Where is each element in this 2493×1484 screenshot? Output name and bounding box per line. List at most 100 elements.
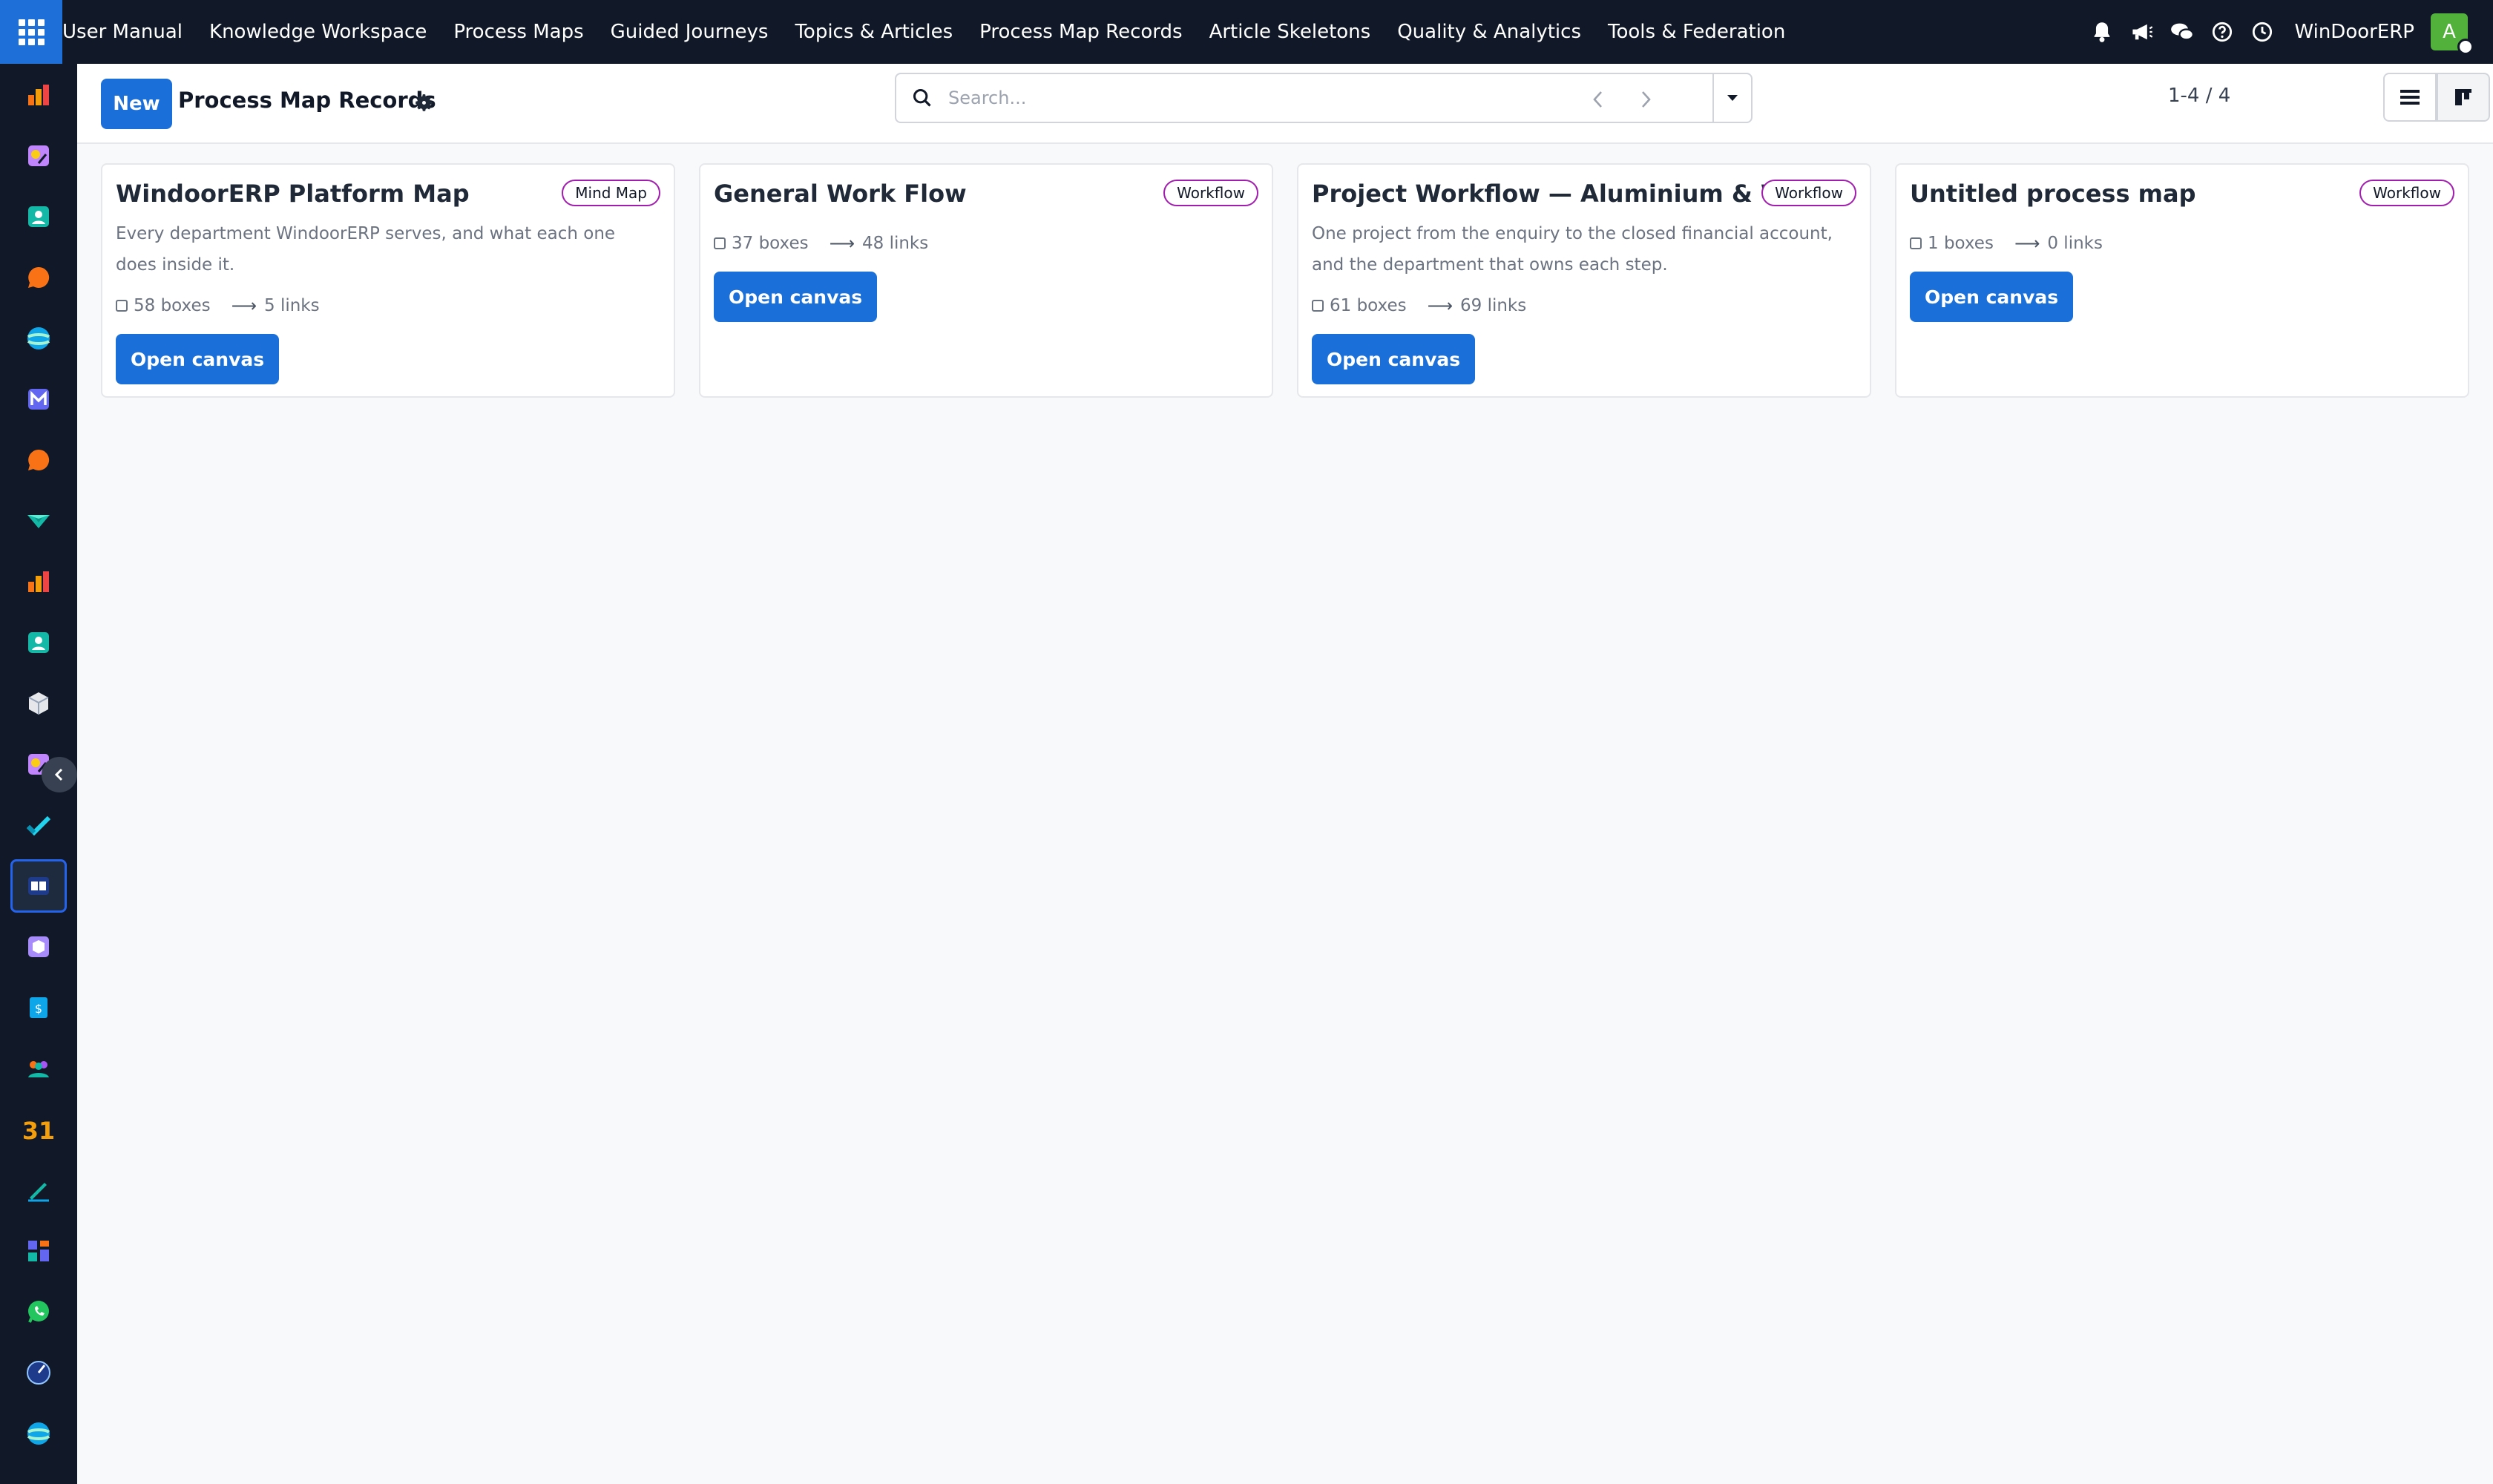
svg-text:$: $ xyxy=(35,1002,42,1016)
help-icon[interactable] xyxy=(2202,0,2242,64)
sidebar-app-6[interactable] xyxy=(10,372,67,426)
sidebar-app-20[interactable] xyxy=(10,1224,67,1278)
main-menu: User Manual Knowledge Workspace Process … xyxy=(62,0,1799,64)
pager-previous-button[interactable] xyxy=(1577,79,1619,120)
process-map-card[interactable]: Project Workflow — Aluminium & Wood Work… xyxy=(1297,163,1871,398)
card-title[interactable]: General Work Flow xyxy=(714,180,967,208)
sidebar-app-employees[interactable] xyxy=(10,1042,67,1095)
app-9-icon xyxy=(28,571,49,592)
knowledge-app-icon xyxy=(28,877,49,895)
boxes-count: 1 boxes xyxy=(1910,234,1994,253)
links-count: ⟶ 5 links xyxy=(231,295,320,316)
sidebar-collapse-button[interactable] xyxy=(42,757,77,792)
process-map-card[interactable]: General Work Flow Workflow 37 boxes ⟶ 48 l… xyxy=(699,163,1273,398)
sidebar-app-project[interactable] xyxy=(10,798,67,852)
sidebar-app-invoicing[interactable]: $ xyxy=(10,981,67,1034)
sidebar-app-9[interactable] xyxy=(10,555,67,608)
svg-text:31: 31 xyxy=(24,1117,53,1143)
card-stats: 58 boxes ⟶ 5 links xyxy=(116,295,341,316)
sidebar-app-23[interactable] xyxy=(10,1407,67,1460)
pager-next-button[interactable] xyxy=(1625,79,1666,120)
box-icon xyxy=(116,300,128,312)
links-count: ⟶ 69 links xyxy=(1428,295,1527,316)
arrow-right-icon: ⟶ xyxy=(1427,295,1453,316)
app-8-icon xyxy=(27,515,50,528)
menu-process-map-records[interactable]: Process Map Records xyxy=(966,0,1195,64)
kanban-view-button[interactable] xyxy=(2437,73,2490,122)
app-23-icon xyxy=(27,1422,50,1445)
menu-process-maps[interactable]: Process Maps xyxy=(440,0,597,64)
app-22-icon xyxy=(27,1361,50,1385)
presence-indicator xyxy=(2457,39,2474,55)
box-icon xyxy=(1910,237,1922,249)
map-type-tag: Workflow xyxy=(1761,180,1856,206)
sidebar-app-inventory[interactable] xyxy=(10,677,67,730)
clock-icon[interactable] xyxy=(2242,0,2282,64)
sidebar-app-calendar[interactable]: 31 xyxy=(10,1103,67,1156)
card-title[interactable]: WindoorERP Platform Map xyxy=(116,180,470,208)
box-icon xyxy=(1312,300,1324,312)
app-menu-button[interactable] xyxy=(0,0,62,64)
menu-tools-federation[interactable]: Tools & Federation xyxy=(1594,0,1799,64)
avatar-letter: A xyxy=(2443,21,2456,43)
card-stats: 37 boxes ⟶ 48 links xyxy=(714,233,949,254)
sidebar-app-10[interactable] xyxy=(10,616,67,669)
sidebar-app-8[interactable] xyxy=(10,494,67,548)
box-icon xyxy=(714,237,726,249)
chat-icon[interactable] xyxy=(2162,0,2202,64)
live-chat-app-icon xyxy=(28,449,50,470)
menu-guided-journeys[interactable]: Guided Journeys xyxy=(597,0,782,64)
menu-topics-articles[interactable]: Topics & Articles xyxy=(781,0,966,64)
menu-article-skeletons[interactable]: Article Skeletons xyxy=(1196,0,1385,64)
app-10-icon xyxy=(28,632,49,653)
arrow-right-icon: ⟶ xyxy=(231,295,257,316)
open-canvas-button[interactable]: Open canvas xyxy=(714,272,878,322)
map-type-tag: Workflow xyxy=(2359,180,2454,206)
open-canvas-button[interactable]: Open canvas xyxy=(116,334,280,384)
card-title[interactable]: Project Workflow — Aluminium & Wood xyxy=(1312,180,1836,208)
list-icon xyxy=(2400,90,2420,105)
sidebar-app-dashboards[interactable] xyxy=(10,68,67,122)
open-canvas-button[interactable]: Open canvas xyxy=(1312,334,1476,384)
sidebar-app-discuss[interactable] xyxy=(10,251,67,304)
app-20-icon xyxy=(28,1241,49,1261)
menu-user-manual[interactable]: User Manual xyxy=(62,0,196,64)
open-canvas-button[interactable]: Open canvas xyxy=(1910,272,2074,322)
megaphone-icon[interactable] xyxy=(2122,0,2162,64)
boxes-count: 61 boxes xyxy=(1312,296,1407,315)
bell-icon[interactable] xyxy=(2082,0,2122,64)
avatar[interactable]: A xyxy=(2431,13,2474,55)
menu-quality-analytics[interactable]: Quality & Analytics xyxy=(1384,0,1594,64)
sidebar-app-5[interactable] xyxy=(10,312,67,365)
sidebar-app-sign[interactable] xyxy=(10,1163,67,1217)
sidebar-app-knowledge[interactable] xyxy=(10,859,67,913)
pager-value[interactable]: 1-4 / 4 xyxy=(2168,85,2230,107)
search-icon[interactable] xyxy=(896,74,948,122)
card-stats: 61 boxes ⟶ 69 links xyxy=(1312,295,1547,316)
company-name[interactable]: WinDoorERP xyxy=(2294,21,2414,43)
page-title[interactable]: Process Map Records xyxy=(178,88,436,113)
sidebar-app-2[interactable] xyxy=(10,129,67,183)
sidebar-app-15[interactable] xyxy=(10,920,67,974)
sidebar-app-22[interactable] xyxy=(10,1346,67,1399)
app-sidebar: $ 31 xyxy=(0,64,77,1484)
discuss-app-icon xyxy=(28,266,50,288)
links-count: ⟶ 0 links xyxy=(2014,233,2103,254)
process-map-card[interactable]: Untitled process map Workflow 1 boxes ⟶ 0 … xyxy=(1895,163,2469,398)
sidebar-app-contacts[interactable] xyxy=(10,190,67,243)
calendar-app-icon: 31 xyxy=(24,1117,53,1143)
sidebar-app-live-chat[interactable] xyxy=(10,433,67,487)
list-view-button[interactable] xyxy=(2383,73,2437,122)
menu-knowledge-workspace[interactable]: Knowledge Workspace xyxy=(196,0,440,64)
card-title[interactable]: Untitled process map xyxy=(1910,180,2195,208)
new-button[interactable]: New xyxy=(101,79,172,129)
search-options-toggle[interactable] xyxy=(1712,74,1751,122)
sign-app-icon xyxy=(28,1183,49,1202)
contacts-app-icon xyxy=(28,206,49,227)
map-type-tag: Workflow xyxy=(1163,180,1258,206)
arrow-right-icon: ⟶ xyxy=(2014,233,2040,254)
grid-icon xyxy=(18,19,45,45)
process-map-card[interactable]: WindoorERP Platform Map Mind Map Every d… xyxy=(101,163,675,398)
gear-icon[interactable] xyxy=(413,91,438,116)
sidebar-app-whatsapp[interactable] xyxy=(10,1285,67,1339)
